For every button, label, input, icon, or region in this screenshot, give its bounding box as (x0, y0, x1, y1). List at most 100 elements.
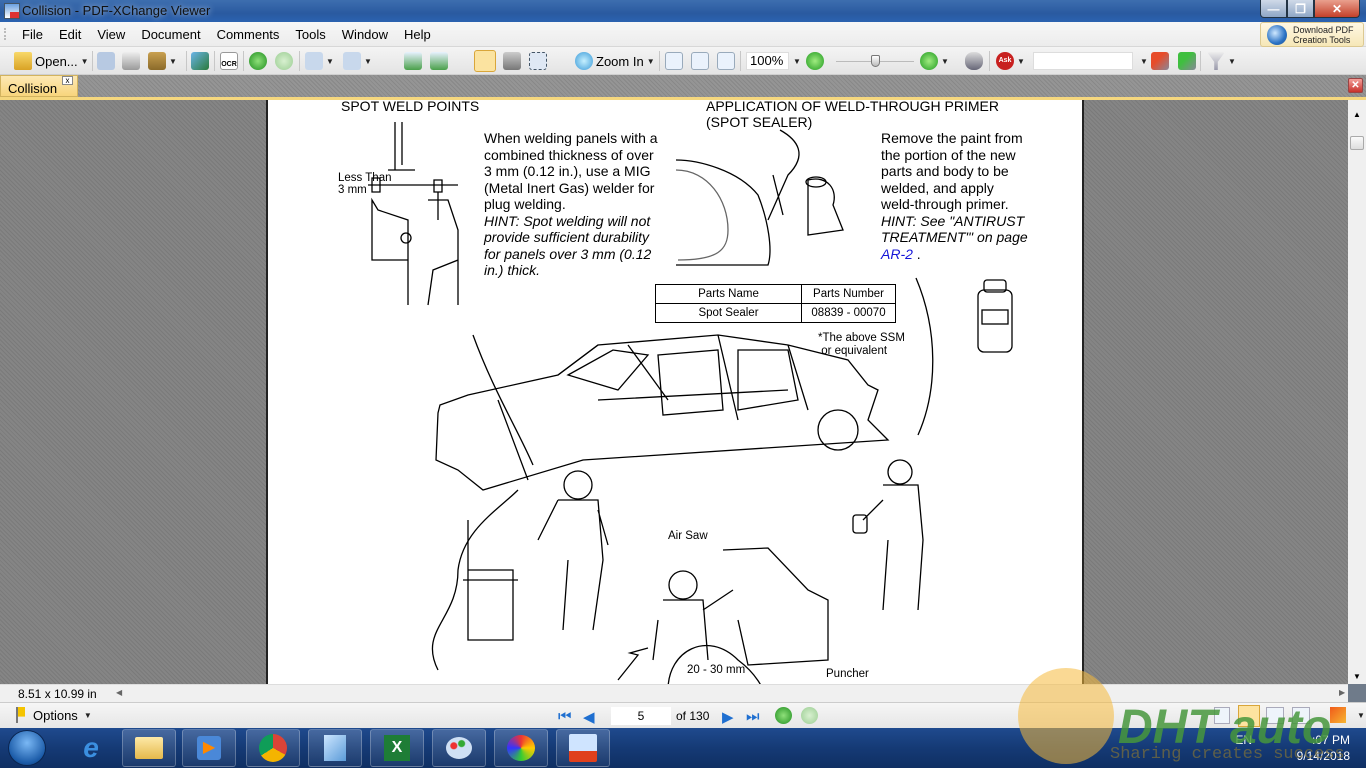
taskbar-internet-explorer[interactable]: e (64, 729, 118, 767)
arrow-to-welder (472, 334, 534, 466)
menu-view[interactable]: View (89, 22, 133, 47)
search-dropdown-icon[interactable]: ▼ (1140, 57, 1148, 66)
fit-width-icon[interactable] (717, 52, 735, 70)
nav-forward-icon[interactable] (801, 707, 818, 724)
redo-icon[interactable] (343, 52, 361, 70)
options-button[interactable]: Options ▼ (16, 707, 92, 723)
taskbar-excel[interactable]: X (370, 729, 424, 767)
tab-label: Collision (8, 81, 58, 96)
separator (214, 51, 215, 71)
last-page-icon[interactable]: ⏭ (746, 708, 760, 725)
menu-help[interactable]: Help (396, 22, 439, 47)
menu-grip[interactable] (4, 28, 8, 40)
vertical-scroll-thumb[interactable] (1350, 136, 1364, 150)
menu-window[interactable]: Window (334, 22, 396, 47)
search-input[interactable] (1033, 52, 1133, 70)
redo-dropdown-icon[interactable]: ▼ (364, 57, 372, 66)
rotate-left-icon[interactable] (404, 52, 422, 70)
zoom-plus-dropdown-icon[interactable]: ▼ (941, 57, 949, 66)
scan-icon[interactable] (191, 52, 209, 70)
hint-line: in.) thick. (484, 262, 541, 278)
minimize-button[interactable]: — (1260, 0, 1287, 18)
taskbar-media-player[interactable]: ▶ (182, 729, 236, 767)
separator (740, 51, 741, 71)
close-window-button[interactable]: ✕ (1314, 0, 1360, 18)
cell-parts-name: Spot Sealer (655, 303, 802, 323)
close-document-icon[interactable]: ✕ (1348, 78, 1363, 93)
rotate-right-icon[interactable] (430, 52, 448, 70)
taskbar-paint[interactable] (432, 729, 486, 767)
ask-icon[interactable]: Ask (996, 52, 1014, 70)
text-line: When welding panels with a (484, 130, 658, 146)
first-page-icon[interactable]: ⏮ (558, 708, 572, 725)
hand-tool-icon[interactable] (474, 50, 496, 72)
toolbar-options-icon[interactable] (1330, 707, 1346, 723)
taskbar-notepad[interactable] (308, 729, 362, 767)
open-folder-icon (14, 52, 32, 70)
page-number-input[interactable]: 5 (611, 707, 671, 725)
find-previous-icon[interactable] (1151, 52, 1169, 70)
forward-icon[interactable] (275, 52, 293, 70)
zoom-plus-icon[interactable] (920, 52, 938, 70)
select-text-icon[interactable] (529, 52, 547, 70)
taskbar-file-explorer[interactable] (122, 729, 176, 767)
zoom-out-icon[interactable] (806, 52, 824, 70)
previous-page-icon[interactable]: ◀ (583, 708, 595, 726)
document-viewer[interactable]: SPOT WELD POINTS APPLICATION OF WELD-THR… (0, 100, 1348, 684)
email-dropdown-icon[interactable]: ▼ (169, 57, 177, 66)
menu-edit[interactable]: Edit (51, 22, 89, 47)
scroll-right-icon[interactable]: ▶ (1339, 688, 1345, 697)
taskbar-pdf-xchange-viewer[interactable] (556, 729, 610, 767)
scroll-up-icon[interactable]: ▲ (1353, 110, 1361, 119)
vertical-scrollbar[interactable]: ▲ ▼ (1348, 100, 1366, 684)
ocr-icon[interactable]: OCR (220, 52, 238, 70)
back-icon[interactable] (249, 52, 267, 70)
menu-file[interactable]: File (14, 22, 51, 47)
undo-dropdown-icon[interactable]: ▼ (326, 57, 334, 66)
fit-page-icon[interactable] (691, 52, 709, 70)
scroll-down-icon[interactable]: ▼ (1353, 672, 1361, 681)
save-icon[interactable] (97, 52, 115, 70)
open-button[interactable]: Open... ▼ (14, 51, 89, 71)
next-page-icon[interactable]: ▶ (722, 708, 734, 726)
heading-primer-line-1: APPLICATION OF WELD-THROUGH PRIMER (706, 100, 999, 114)
taskbar-chrome[interactable] (246, 729, 300, 767)
find-next-icon[interactable] (1178, 52, 1196, 70)
spot-welder-illustration (368, 122, 459, 306)
filter-dropdown-icon[interactable]: ▼ (1228, 57, 1236, 66)
link-ar-2[interactable]: AR-2 (881, 246, 913, 262)
left-paragraph: When welding panels with a combined thic… (484, 130, 658, 279)
zoom-level-dropdown-icon[interactable]: ▼ (793, 57, 801, 66)
nav-back-icon[interactable] (775, 707, 792, 724)
ask-dropdown-icon[interactable]: ▼ (1017, 57, 1025, 66)
text-line: Remove the paint from (881, 130, 1023, 146)
tab-collision[interactable]: Collision x (0, 75, 78, 97)
menu-document[interactable]: Document (133, 22, 208, 47)
snapshot-icon[interactable] (503, 52, 521, 70)
download-pdf-tools-button[interactable]: Download PDF Creation Tools (1260, 22, 1364, 47)
restore-button[interactable]: ❐ (1287, 0, 1314, 18)
find-icon[interactable] (965, 52, 983, 70)
hint-line: TREATMENT"' on page (881, 229, 1028, 245)
menu-comments[interactable]: Comments (209, 22, 288, 47)
undo-icon[interactable] (305, 52, 323, 70)
actual-size-icon[interactable] (665, 52, 683, 70)
toolbar-overflow-icon[interactable]: ▼ (1357, 711, 1365, 720)
text-line: plug welding. (484, 196, 566, 212)
zoom-level-input[interactable]: 100% (746, 52, 789, 70)
link-suffix: . (912, 245, 921, 262)
taskbar-download-manager[interactable] (494, 729, 548, 767)
zoom-in-dropdown-icon[interactable]: ▼ (647, 57, 655, 66)
email-icon[interactable] (148, 52, 166, 70)
zoom-in-button[interactable]: Zoom In ▼ (575, 51, 655, 71)
scroll-left-icon[interactable]: ◀ (116, 688, 122, 697)
start-button[interactable] (8, 730, 46, 766)
tab-close-icon[interactable]: x (62, 76, 73, 85)
open-dropdown-icon[interactable]: ▼ (81, 57, 89, 66)
filter-icon[interactable] (1207, 52, 1225, 70)
print-icon[interactable] (122, 52, 140, 70)
menu-tools[interactable]: Tools (287, 22, 333, 47)
watermark-tagline: Sharing creates success (1110, 745, 1345, 764)
zoom-in-icon (575, 52, 593, 70)
zoom-slider-thumb[interactable] (871, 55, 880, 67)
